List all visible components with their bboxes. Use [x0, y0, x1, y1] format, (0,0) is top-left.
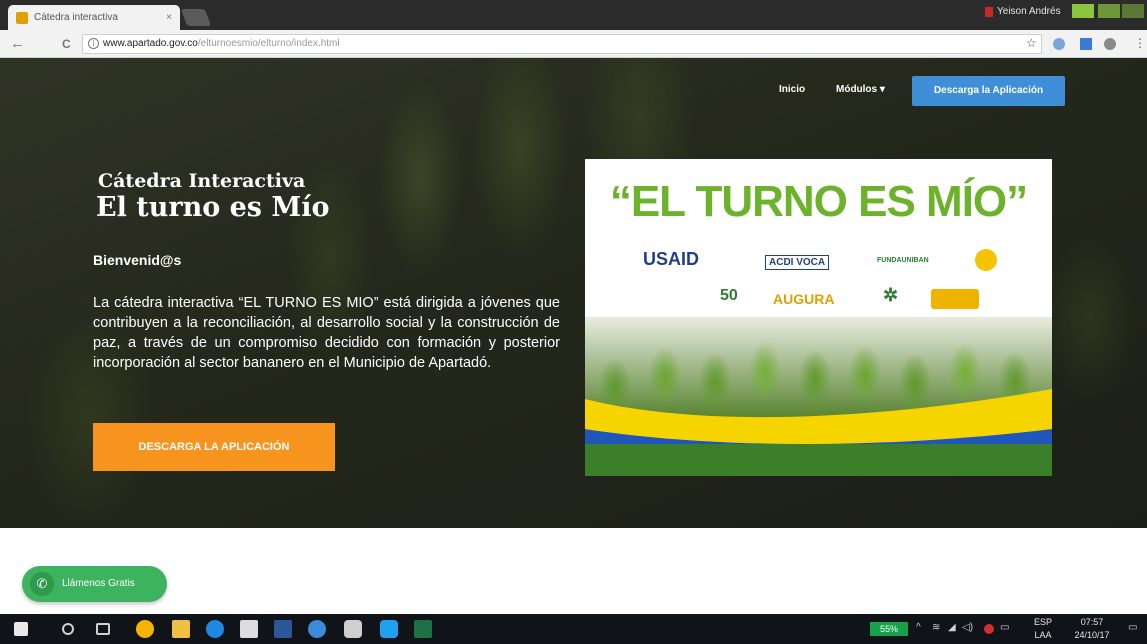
reload-icon[interactable]: C [62, 34, 71, 54]
keyboard-layout: LAA [1034, 630, 1052, 640]
nav-download-button[interactable]: Descarga la Aplicación [912, 76, 1065, 106]
address-bar[interactable]: i www.apartado.gov.co/elturnoesmio/eltur… [82, 34, 1042, 54]
extension-icon[interactable] [1080, 38, 1092, 50]
call-free-button[interactable]: ✆ Llámenos Gratis [22, 566, 167, 602]
seal-logo-icon [975, 249, 997, 271]
new-tab-button[interactable] [180, 9, 212, 26]
profile-name[interactable]: Yeison Andrés [985, 6, 1061, 17]
notification-badge-icon[interactable] [984, 624, 994, 634]
tray-chevron-icon[interactable]: ^ [916, 622, 921, 633]
clock-date: 24/10/17 [1074, 630, 1110, 640]
url-path: /elturnoesmio/elturno/index.html [197, 38, 340, 49]
minimize-button[interactable] [1072, 4, 1094, 18]
word-icon[interactable] [274, 620, 292, 638]
wifi-icon[interactable]: ≋ [932, 622, 940, 633]
maximize-button[interactable] [1098, 4, 1120, 18]
sena-logo-icon: ✲ [883, 285, 899, 305]
usaid-logo: USAID [643, 249, 700, 269]
search-icon[interactable] [62, 623, 74, 635]
file-explorer-icon[interactable] [172, 620, 190, 638]
hero-section: Inicio Módulos ▾ Descarga la Aplicación … [0, 58, 1147, 528]
augura-logo: AUGURA [773, 291, 835, 307]
page-lower-area [0, 528, 1147, 614]
start-windows-icon[interactable] [14, 622, 28, 636]
skype-icon[interactable] [380, 620, 398, 638]
tray-app-icon[interactable]: ▭ [1000, 622, 1009, 633]
nav-inicio[interactable]: Inicio [779, 84, 805, 95]
hero-title: El turno es Mío [96, 192, 330, 223]
hero-description: La cátedra interactiva “EL TURNO ES MIO”… [93, 295, 560, 371]
network-icon[interactable]: ◢ [948, 622, 956, 633]
language-code: ESP [1033, 617, 1052, 627]
edge-icon[interactable] [206, 620, 224, 638]
partner-logo-icon [931, 289, 979, 309]
browser-toolbar: ← C i www.apartado.gov.co/elturnoesmio/e… [0, 30, 1147, 58]
site-favicon-icon [16, 11, 28, 24]
nav-modulos-dropdown[interactable]: Módulos ▾ [836, 84, 885, 95]
tab-title: Cátedra interactiva [34, 12, 118, 23]
clock[interactable]: 07:57 24/10/17 [1070, 616, 1114, 642]
anniversary-50-logo: 50 [720, 287, 738, 304]
promo-title: “EL TURNO ES MÍO” [609, 177, 1028, 226]
phone-icon: ✆ [30, 572, 54, 596]
browser-tabstrip: Cátedra interactiva × Yeison Andrés [0, 0, 1147, 30]
welcome-text: Bienvenid@s [93, 252, 182, 268]
close-window-button[interactable] [1122, 4, 1144, 18]
excel-icon[interactable] [414, 620, 432, 638]
task-view-icon[interactable] [96, 623, 110, 635]
call-free-label: Llámenos Gratis [62, 578, 135, 589]
clock-time: 07:57 [1080, 617, 1104, 627]
store-icon[interactable] [240, 620, 258, 638]
info-icon[interactable]: i [88, 38, 99, 49]
extension-icon[interactable] [1104, 38, 1116, 50]
acdi-voca-logo: ACDI VOCA [765, 255, 830, 270]
app-icon[interactable] [344, 620, 362, 638]
language-indicator[interactable]: ESP LAA [1026, 616, 1060, 642]
hero-subtitle: Cátedra Interactiva [98, 170, 306, 192]
battery-indicator[interactable]: 55% [870, 622, 908, 636]
extension-icon[interactable] [1053, 38, 1065, 50]
download-app-button[interactable]: DESCARGA LA APLICACIÓN [93, 423, 335, 471]
windows-taskbar: 55% ^ ≋ ◢ ◁) ▭ ESP LAA 07:57 24/10/17 ▭ [0, 614, 1147, 644]
bookmark-star-icon[interactable]: ☆ [1026, 35, 1037, 51]
fundauniban-logo: FUNDAUNIBAN [877, 257, 929, 264]
promo-banner-image: “EL TURNO ES MÍO” USAID ACDI VOCA FUNDAU… [585, 159, 1052, 476]
promo-bottom-foliage [585, 444, 1052, 476]
back-icon[interactable]: ← [10, 34, 25, 54]
close-tab-icon[interactable]: × [166, 12, 172, 23]
internet-explorer-icon[interactable] [308, 620, 326, 638]
action-center-icon[interactable]: ▭ [1128, 622, 1137, 633]
more-menu-icon[interactable]: ⋮ [1134, 35, 1146, 51]
volume-icon[interactable]: ◁) [962, 622, 973, 633]
url-host: www.apartado.gov.co [103, 38, 198, 49]
browser-tab[interactable]: Cátedra interactiva × [8, 5, 180, 30]
chrome-icon[interactable] [136, 620, 154, 638]
